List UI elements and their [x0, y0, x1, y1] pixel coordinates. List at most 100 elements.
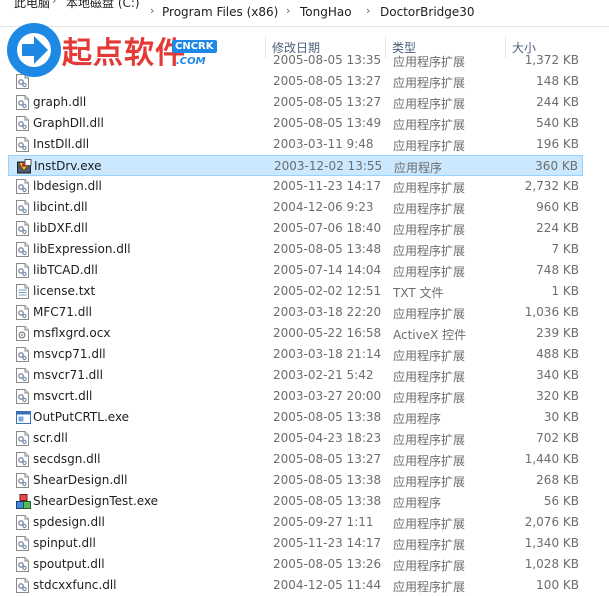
file-size: 239 KB: [536, 326, 579, 340]
file-row[interactable]: license.txt 2005-02-02 12:51 TXT 文件 1 KB: [8, 281, 583, 302]
file-type: 应用程序扩展: [393, 559, 466, 573]
file-row[interactable]: lbdesign.dll 2005-11-23 14:17 应用程序扩展 2,732 …: [8, 176, 583, 197]
file-size: 320 KB: [536, 389, 579, 403]
file-type: 应用程序: [394, 161, 443, 175]
file-size: 1 KB: [551, 284, 579, 298]
file-date: 2003-03-18 22:20: [273, 305, 382, 319]
file-size: 960 KB: [536, 200, 579, 214]
dll-icon: [16, 200, 29, 215]
file-name: msvcr71.dll: [33, 368, 103, 382]
file-type: TXT 文件: [393, 286, 444, 300]
file-row[interactable]: GraphDll.dll 2005-08-05 13:49 应用程序扩展 540 KB: [8, 113, 583, 134]
dll-icon: [16, 116, 29, 131]
file-row[interactable]: MFC71.dll 2003-03-18 22:20 应用程序扩展 1,036 KB: [8, 302, 583, 323]
file-name: spinput.dll: [33, 536, 96, 550]
file-row[interactable]: scr.dll 2005-04-23 18:23 应用程序扩展 702 KB: [8, 428, 583, 449]
dll-icon: [16, 515, 29, 530]
file-date: 2003-03-27 20:00: [273, 389, 382, 403]
file-name: libExpression.dll: [33, 242, 131, 256]
site-logo: 起点软件 CNCRK .COM: [4, 14, 234, 88]
file-name: InstDll.dll: [33, 137, 90, 151]
file-size: 540 KB: [536, 116, 579, 130]
breadcrumb-this-pc[interactable]: 此电脑: [14, 0, 50, 11]
dll-icon: [16, 221, 29, 236]
logo-badge: CNCRK: [172, 40, 217, 53]
dll-icon: [16, 431, 29, 446]
file-type: 应用程序扩展: [393, 76, 466, 90]
file-size: 1,028 KB: [524, 557, 579, 571]
file-row[interactable]: OutPutCRTL.exe 2005-08-05 13:38 应用程序 30 KB: [8, 407, 583, 428]
breadcrumb-separator-icon[interactable]: ›: [52, 0, 56, 7]
installer-icon: [17, 159, 32, 174]
file-row[interactable]: spoutput.dll 2005-08-05 13:26 应用程序扩展 1,028 …: [8, 554, 583, 575]
file-row[interactable]: msflxgrd.ocx 2000-05-22 16:58 ActiveX 控件 23…: [8, 323, 583, 344]
file-type: 应用程序扩展: [393, 517, 466, 531]
file-name: scr.dll: [33, 431, 68, 445]
file-type: 应用程序扩展: [393, 181, 466, 195]
logo-text: 起点软件: [62, 36, 186, 71]
file-date: 2003-12-02 13:55: [274, 159, 383, 173]
file-row[interactable]: msvcp71.dll 2003-03-18 21:14 应用程序扩展 488 KB: [8, 344, 583, 365]
file-row[interactable]: ShearDesignTest.exe 2005-08-05 13:38 应用程序 5…: [8, 491, 583, 512]
file-name: libDXF.dll: [33, 221, 88, 235]
dll-icon: [16, 452, 29, 467]
file-size: 1,036 KB: [524, 305, 579, 319]
file-name: msvcrt.dll: [33, 389, 93, 403]
file-size: 360 KB: [535, 159, 578, 173]
file-size: 488 KB: [536, 347, 579, 361]
file-name: libTCAD.dll: [33, 263, 98, 277]
file-row[interactable]: libcint.dll 2004-12-06 9:23 应用程序扩展 960 KB: [8, 197, 583, 218]
file-type: 应用程序: [393, 496, 442, 510]
breadcrumb-separator-icon[interactable]: ›: [366, 4, 370, 17]
breadcrumb-local-disk[interactable]: 本地磁盘 (C:): [66, 0, 140, 11]
file-type: 应用程序扩展: [393, 349, 466, 363]
app-window-icon: [16, 410, 31, 425]
dll-icon: [16, 305, 29, 320]
file-row[interactable]: msvcr71.dll 2003-02-21 5:42 应用程序扩展 340 KB: [8, 365, 583, 386]
file-date: 2005-04-23 18:23: [273, 431, 382, 445]
file-date: 2005-08-05 13:27: [273, 95, 382, 109]
file-row[interactable]: graph.dll 2005-08-05 13:27 应用程序扩展 244 KB: [8, 92, 583, 113]
file-type: 应用程序扩展: [393, 433, 466, 447]
file-size: 748 KB: [536, 263, 579, 277]
file-name: ShearDesignTest.exe: [33, 494, 159, 508]
app-blocks-icon: [16, 494, 31, 509]
file-size: 148 KB: [536, 74, 579, 88]
file-name: secdsgn.dll: [33, 452, 101, 466]
file-row[interactable]: stdcxxfunc.dll 2004-12-05 11:44 应用程序扩展 100 …: [8, 575, 583, 596]
file-name: stdcxxfunc.dll: [33, 578, 117, 592]
file-row[interactable]: InstDll.dll 2003-03-11 9:48 应用程序扩展 196 KB: [8, 134, 583, 155]
file-row[interactable]: secdsgn.dll 2005-08-05 13:27 应用程序扩展 1,440 K…: [8, 449, 583, 470]
dll-icon: [16, 536, 29, 551]
file-size: 244 KB: [536, 95, 579, 109]
file-date: 2005-02-02 12:51: [273, 284, 382, 298]
file-type: 应用程序扩展: [393, 244, 466, 258]
file-size: 56 KB: [543, 494, 579, 508]
breadcrumb-separator-icon[interactable]: ›: [286, 4, 290, 17]
file-name: GraphDll.dll: [33, 116, 104, 130]
breadcrumb-doctorbridge30[interactable]: DoctorBridge30: [380, 5, 475, 19]
file-row[interactable]: InstDrv.exe 2003-12-02 13:55 应用程序 360 KB: [8, 155, 583, 176]
file-row[interactable]: spdesign.dll 2005-09-27 1:11 应用程序扩展 2,076 K…: [8, 512, 583, 533]
file-size: 196 KB: [536, 137, 579, 151]
dll-icon: [16, 473, 29, 488]
file-date: 2005-08-05 13:38: [273, 494, 382, 508]
file-date: 2005-08-05 13:27: [273, 452, 382, 466]
file-size: 2,732 KB: [524, 179, 579, 193]
file-date: 2003-02-21 5:42: [273, 368, 374, 382]
file-row[interactable]: libTCAD.dll 2005-07-14 14:04 应用程序扩展 748 KB: [8, 260, 583, 281]
file-date: 2004-12-05 11:44: [273, 578, 382, 592]
file-row[interactable]: libDXF.dll 2005-07-06 18:40 应用程序扩展 224 KB: [8, 218, 583, 239]
file-size: 100 KB: [536, 578, 579, 592]
file-row[interactable]: libExpression.dll 2005-08-05 13:48 应用程序扩展 7…: [8, 239, 583, 260]
file-type: 应用程序扩展: [393, 97, 466, 111]
dll-icon: [16, 137, 29, 152]
breadcrumb-tonghao[interactable]: TongHao: [300, 5, 352, 19]
file-row[interactable]: ShearDesign.dll 2005-08-05 13:38 应用程序扩展 268…: [8, 470, 583, 491]
file-date: 2005-07-06 18:40: [273, 221, 382, 235]
dll-icon: [16, 578, 29, 593]
file-row[interactable]: msvcrt.dll 2003-03-27 20:00 应用程序扩展 320 KB: [8, 386, 583, 407]
file-row[interactable]: spinput.dll 2005-11-23 14:17 应用程序扩展 1,340 K…: [8, 533, 583, 554]
file-date: 2005-08-05 13:38: [273, 473, 382, 487]
file-name: msvcp71.dll: [33, 347, 106, 361]
